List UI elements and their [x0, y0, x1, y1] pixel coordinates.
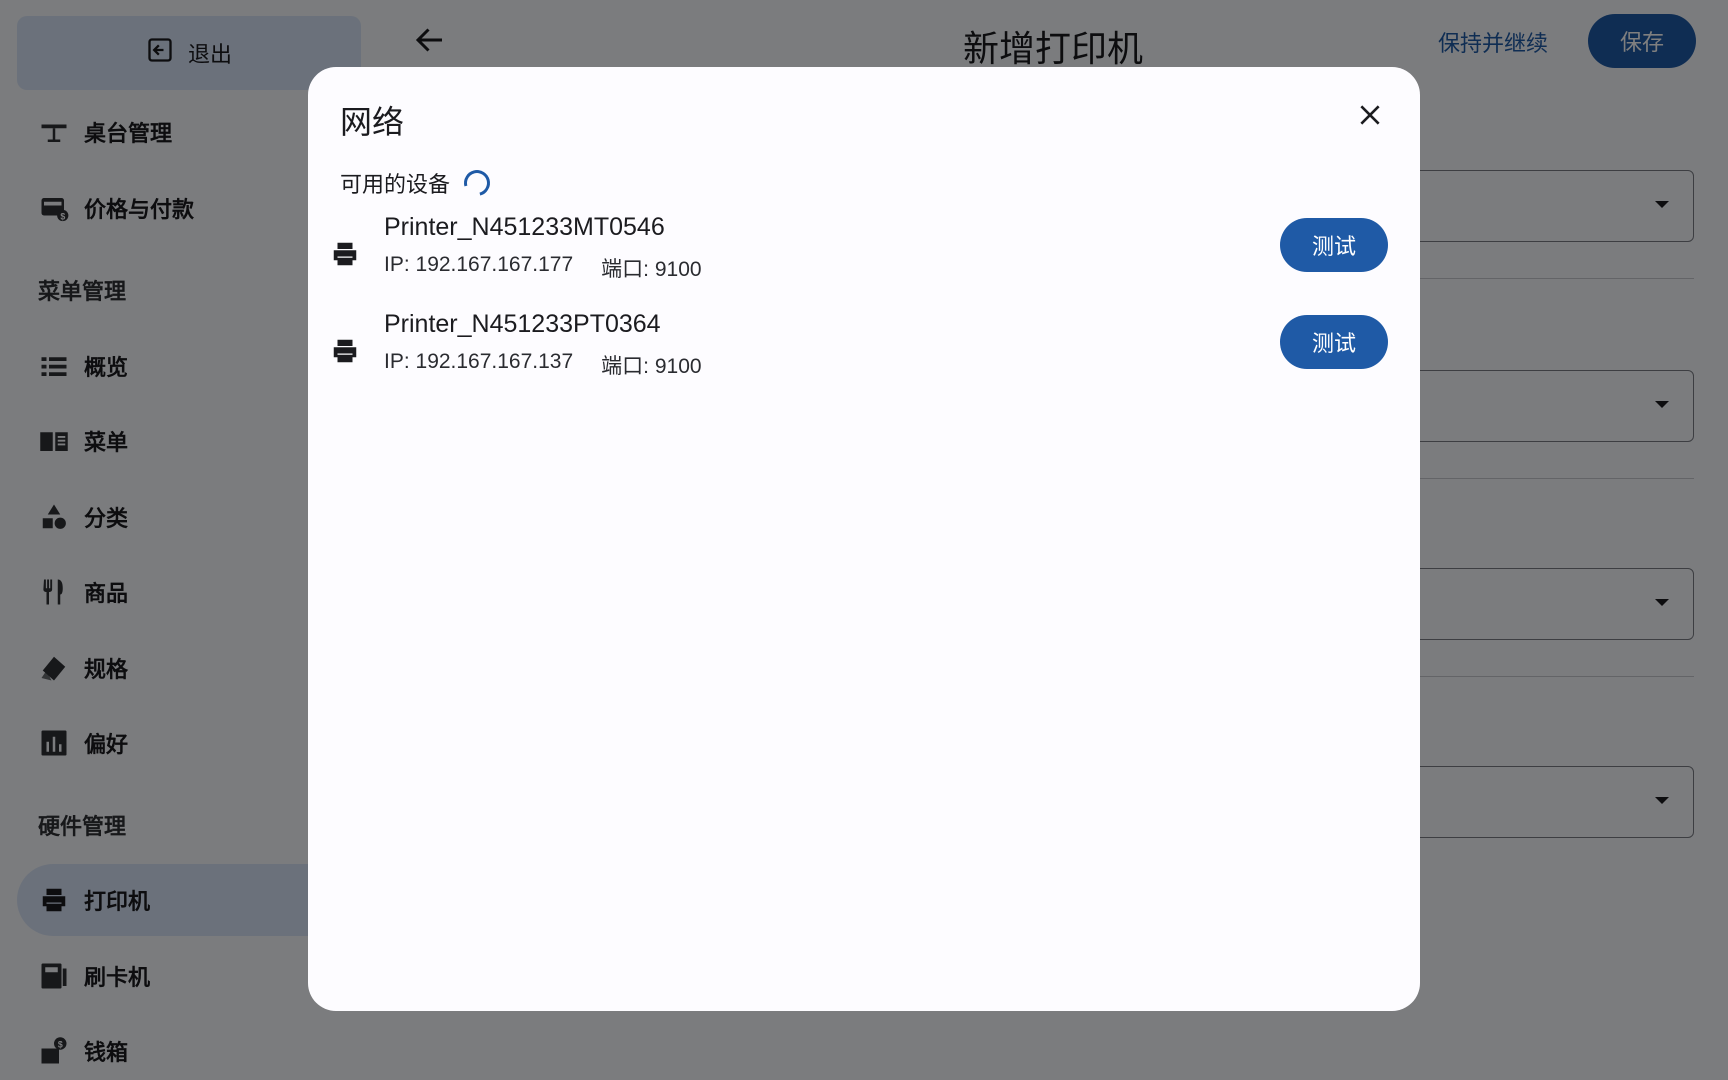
available-devices-label: 可用的设备 [340, 172, 451, 197]
device-port: 端口: 9100 [601, 355, 702, 378]
network-dialog: 网络 可用的设备 Printer_N451233MT0546 IP: 192.1… [308, 67, 1420, 1011]
device-name: Printer_N451233MT0546 [384, 213, 665, 241]
printer-icon [330, 239, 364, 273]
dialog-title: 网络 [340, 104, 405, 140]
device-port: 端口: 9100 [601, 258, 702, 281]
available-devices-header: 可用的设备 [340, 165, 495, 201]
test-button[interactable]: 测试 [1280, 218, 1388, 272]
close-icon[interactable] [1350, 95, 1390, 135]
device-meta: IP: 192.167.167.177 端口: 9100 [384, 253, 702, 283]
device-item[interactable]: Printer_N451233PT0364 IP: 192.167.167.13… [308, 310, 1420, 400]
device-meta: IP: 192.167.167.137 端口: 9100 [384, 350, 702, 380]
printer-icon [330, 336, 364, 370]
loading-spinner-icon [459, 165, 495, 201]
device-item[interactable]: Printer_N451233MT0546 IP: 192.167.167.17… [308, 213, 1420, 303]
test-button[interactable]: 测试 [1280, 315, 1388, 369]
device-ip: IP: 192.167.167.137 [384, 350, 574, 373]
device-name: Printer_N451233PT0364 [384, 310, 661, 338]
device-ip: IP: 192.167.167.177 [384, 253, 574, 276]
